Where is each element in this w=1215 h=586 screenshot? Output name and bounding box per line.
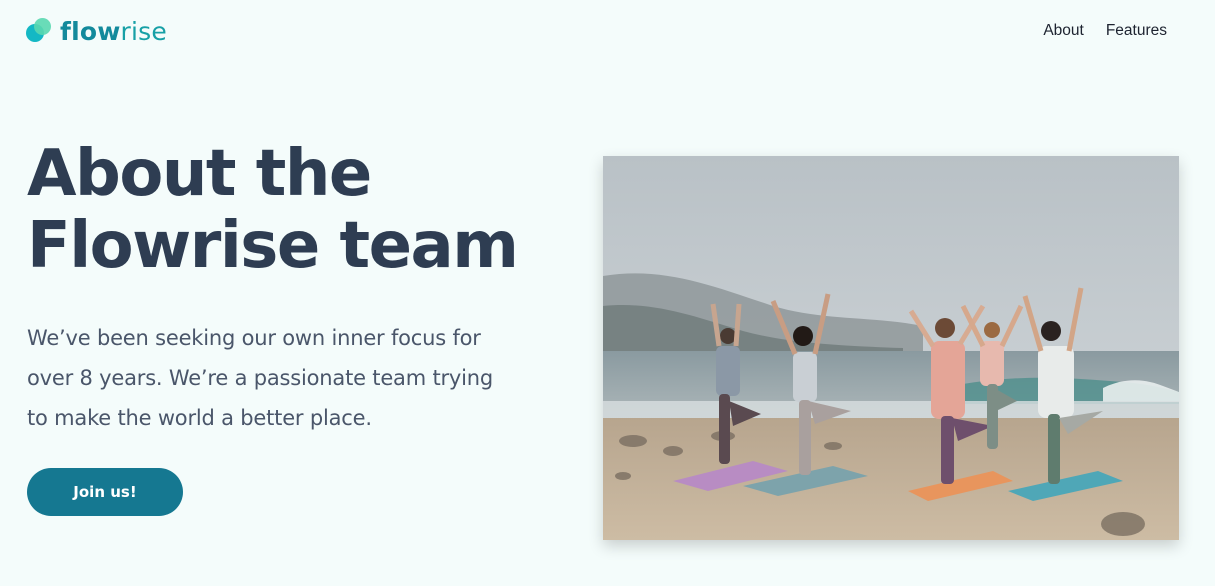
title-line-2: Flowrise team: [27, 209, 519, 283]
nav-link-about[interactable]: About: [1043, 22, 1084, 40]
join-us-button[interactable]: Join us!: [27, 468, 183, 516]
title-line-1: About the: [27, 137, 372, 211]
site-header: flowrise About Features: [0, 0, 1215, 66]
brand-logo[interactable]: flowrise: [26, 18, 167, 46]
brand-name-bold: flow: [60, 17, 121, 46]
page-title: About the Flowrise team: [27, 138, 547, 282]
main-nav: About Features: [1043, 22, 1167, 40]
nav-link-features[interactable]: Features: [1106, 22, 1167, 40]
logo-icon: [26, 18, 52, 46]
team-yoga-photo: [603, 156, 1179, 540]
hero-description: We’ve been seeking our own inner focus f…: [27, 326, 494, 430]
brand-name: flowrise: [60, 18, 167, 46]
brand-name-light: rise: [120, 17, 167, 46]
